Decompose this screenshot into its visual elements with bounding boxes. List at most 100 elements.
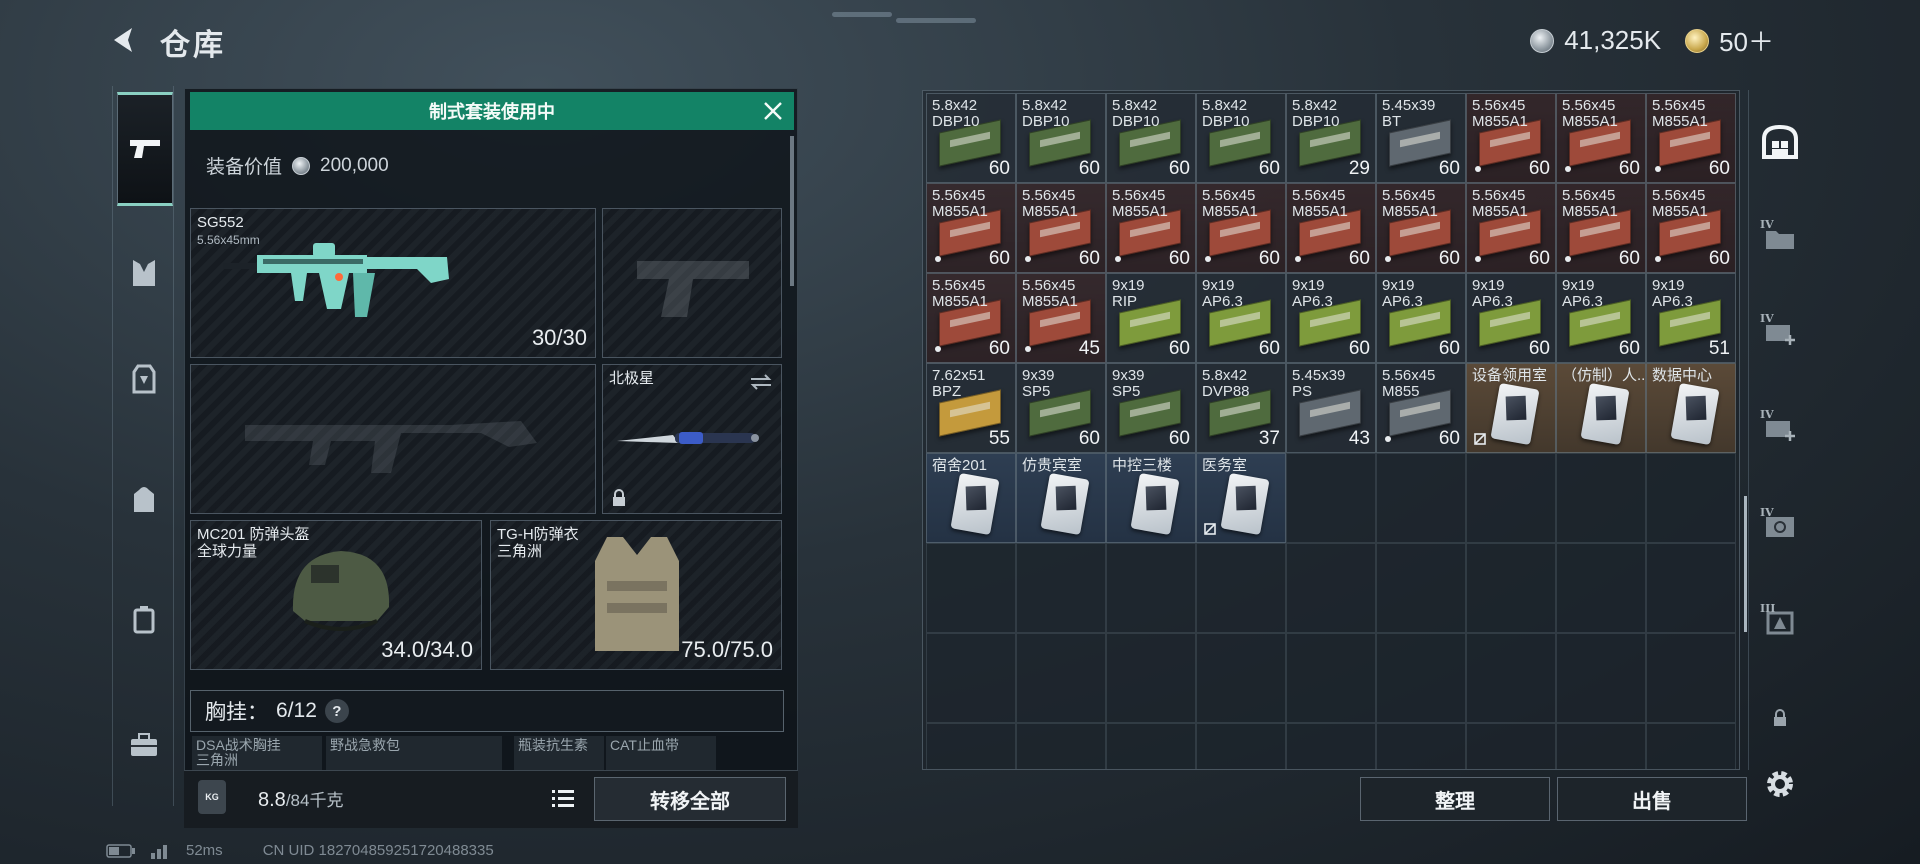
chest-rig-row[interactable]: 胸挂： 6/12 ? [190, 690, 784, 732]
ammo-item[interactable]: 9x19 AP6.3 60 [1196, 273, 1286, 363]
panel-scrollbar[interactable] [790, 136, 794, 286]
ammo-item[interactable]: 5.56x45 M855A1 60 [926, 183, 1016, 273]
keycard-item[interactable]: （仿制）人... [1556, 363, 1646, 453]
sort-button[interactable]: 整理 [1360, 777, 1550, 821]
empty-slot[interactable] [1106, 633, 1196, 723]
empty-slot[interactable] [1466, 453, 1556, 543]
ammo-item[interactable]: 5.56x45 M855A1 60 [1286, 183, 1376, 273]
empty-slot[interactable] [1286, 723, 1376, 769]
tab-locked[interactable] [1754, 692, 1806, 744]
ammo-item[interactable]: 9x39 SP5 60 [1016, 363, 1106, 453]
tab-backpack[interactable] [119, 474, 169, 524]
empty-slot[interactable] [1376, 453, 1466, 543]
ammo-item[interactable]: 5.56x45 M855A1 45 [1016, 273, 1106, 363]
tab-safe-iv[interactable]: IV [1754, 500, 1806, 552]
pouch-item[interactable]: 野战急救包 [326, 736, 502, 770]
tab-warehouse[interactable] [1754, 116, 1806, 168]
tab-vest[interactable] [119, 248, 169, 298]
pouch-item[interactable]: DSA战术胸挂 三角洲 [192, 736, 322, 770]
keycard-item[interactable]: 仿贵宾室 [1016, 453, 1106, 543]
ammo-item[interactable]: 5.56x45 M855A1 60 [1646, 183, 1736, 273]
ammo-item[interactable]: 5.8x42 DBP10 60 [1106, 93, 1196, 183]
empty-slot[interactable] [1196, 723, 1286, 769]
empty-slot[interactable] [1646, 723, 1736, 769]
ammo-item[interactable]: 5.8x42 DBP10 60 [1196, 93, 1286, 183]
empty-slot[interactable] [1646, 453, 1736, 543]
swap-arrows-icon[interactable] [749, 373, 773, 391]
empty-slot[interactable] [1016, 723, 1106, 769]
empty-slot[interactable] [1016, 633, 1106, 723]
ammo-item[interactable]: 5.8x42 DBP10 60 [926, 93, 1016, 183]
stash-scrollbar[interactable] [1744, 496, 1747, 632]
empty-slot[interactable] [926, 543, 1016, 633]
ammo-item[interactable]: 9x19 AP6.3 60 [1556, 273, 1646, 363]
empty-slot[interactable] [1466, 723, 1556, 769]
tab-crate-iii[interactable]: III [1754, 596, 1806, 648]
empty-slot[interactable] [1016, 543, 1106, 633]
ammo-item[interactable]: 7.62x51 BPZ 55 [926, 363, 1016, 453]
ammo-item[interactable]: 5.8x42 DBP10 60 [1016, 93, 1106, 183]
secondary-weapon-slot[interactable] [602, 208, 782, 358]
empty-slot[interactable] [1286, 453, 1376, 543]
ammo-item[interactable]: 9x19 AP6.3 60 [1376, 273, 1466, 363]
ammo-item[interactable]: 9x19 AP6.3 51 [1646, 273, 1736, 363]
keycard-item[interactable]: 中控三楼 [1106, 453, 1196, 543]
empty-slot[interactable] [1556, 543, 1646, 633]
empty-slot[interactable] [1376, 723, 1466, 769]
keycard-item[interactable]: 设备领用室 [1466, 363, 1556, 453]
ammo-item[interactable]: 9x19 AP6.3 60 [1286, 273, 1376, 363]
ammo-item[interactable]: 5.45x39 PS 43 [1286, 363, 1376, 453]
helmet-slot[interactable]: MC201 防弹头盔 全球力量 34.0/34.0 [190, 520, 482, 670]
empty-slot[interactable] [1196, 543, 1286, 633]
list-icon[interactable] [546, 782, 580, 814]
back-arrow-icon[interactable] [106, 22, 142, 58]
empty-slot[interactable] [1376, 633, 1466, 723]
tab-armor[interactable] [119, 354, 169, 404]
tab-storage-iv-3[interactable]: IV [1754, 402, 1806, 454]
secondary-primary-slot[interactable] [190, 364, 596, 514]
keycard-item[interactable]: 数据中心 [1646, 363, 1736, 453]
primary-weapon-slot[interactable]: SG552 5.56x45mm 30/30 [190, 208, 596, 358]
settings-button[interactable] [1754, 758, 1806, 810]
empty-slot[interactable] [1646, 633, 1736, 723]
ammo-item[interactable]: 5.45x39 BT 60 [1376, 93, 1466, 183]
tab-storage-iv-2[interactable]: IV [1754, 306, 1806, 358]
ammo-item[interactable]: 5.8x42 DVP88 37 [1196, 363, 1286, 453]
ammo-item[interactable]: 5.56x45 M855A1 60 [1556, 183, 1646, 273]
ammo-item[interactable]: 5.56x45 M855A1 60 [1196, 183, 1286, 273]
ammo-item[interactable]: 5.56x45 M855A1 60 [1646, 93, 1736, 183]
empty-slot[interactable] [1556, 723, 1646, 769]
empty-slot[interactable] [1376, 543, 1466, 633]
close-icon[interactable] [758, 96, 788, 126]
ammo-item[interactable]: 5.56x45 M855A1 60 [1466, 93, 1556, 183]
ammo-item[interactable]: 5.56x45 M855A1 60 [1466, 183, 1556, 273]
empty-slot[interactable] [1556, 453, 1646, 543]
empty-slot[interactable] [926, 633, 1016, 723]
empty-slot[interactable] [1286, 633, 1376, 723]
tab-case[interactable] [119, 594, 169, 644]
transfer-all-button[interactable]: 转移全部 [594, 777, 786, 821]
melee-slot[interactable]: 北极星 [602, 364, 782, 514]
empty-slot[interactable] [1466, 543, 1556, 633]
ammo-item[interactable]: 9x19 AP6.3 60 [1466, 273, 1556, 363]
ammo-item[interactable]: 5.56x45 M855A1 60 [1376, 183, 1466, 273]
ammo-item[interactable]: 5.56x45 M855A1 60 [1106, 183, 1196, 273]
ammo-item[interactable]: 5.56x45 M855A1 60 [1016, 183, 1106, 273]
ammo-item[interactable]: 5.56x45 M855A1 60 [1556, 93, 1646, 183]
ammo-item[interactable]: 9x19 RIP 60 [1106, 273, 1196, 363]
keycard-item[interactable]: 宿舍201 [926, 453, 1016, 543]
empty-slot[interactable] [1196, 633, 1286, 723]
tab-medkit[interactable] [119, 720, 169, 770]
body-armor-slot[interactable]: TG-H防弹衣 三角洲 75.0/75.0 [490, 520, 782, 670]
empty-slot[interactable] [926, 723, 1016, 769]
ammo-item[interactable]: 5.8x42 DBP10 29 [1286, 93, 1376, 183]
empty-slot[interactable] [1646, 543, 1736, 633]
ammo-item[interactable]: 5.56x45 M855A1 60 [926, 273, 1016, 363]
keycard-item[interactable]: 医务室 [1196, 453, 1286, 543]
empty-slot[interactable] [1466, 633, 1556, 723]
pouch-item[interactable]: CAT止血带 [606, 736, 716, 770]
ammo-item[interactable]: 5.56x45 M855 60 [1376, 363, 1466, 453]
sell-button[interactable]: 出售 [1557, 777, 1747, 821]
ammo-item[interactable]: 9x39 SP5 60 [1106, 363, 1196, 453]
currency-gold[interactable]: 50＋ [1719, 22, 1774, 59]
